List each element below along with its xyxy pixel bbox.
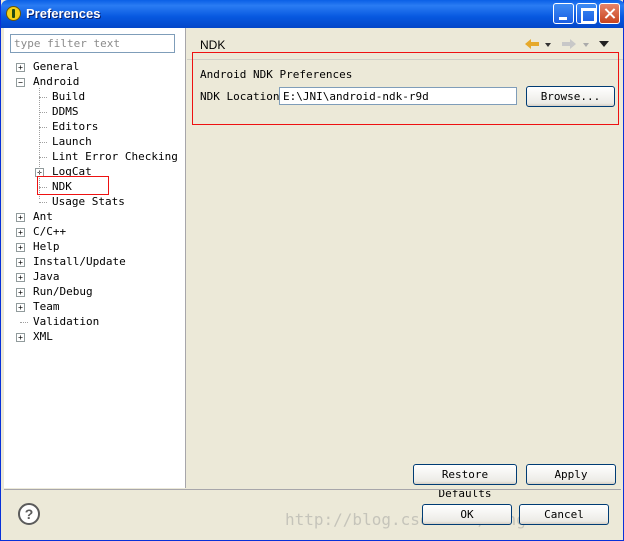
tree-item[interactable]: + XML — [4, 330, 179, 344]
window-title: Preferences — [26, 6, 101, 21]
tree-item[interactable]: Launch — [4, 135, 179, 149]
title-bar[interactable]: Preferences — [1, 0, 624, 28]
tree-item[interactable]: Lint Error Checking — [4, 150, 179, 164]
tree-connector — [39, 142, 47, 143]
tree-item[interactable]: Build — [4, 90, 179, 104]
footer-separator — [4, 489, 621, 490]
tree-item-label: Team — [33, 300, 60, 313]
ndk-location-label: NDK Location — [200, 90, 280, 103]
tree-connector — [39, 127, 47, 128]
filter-input[interactable] — [10, 34, 175, 53]
expand-icon[interactable]: + — [16, 303, 25, 312]
back-history-caret-icon[interactable] — [545, 43, 551, 47]
tree-item[interactable]: + C/C++ — [4, 225, 179, 239]
tree-item[interactable]: + Team — [4, 300, 179, 314]
tree-item-label: Usage Stats — [52, 195, 125, 208]
tree-item[interactable]: + Java — [4, 270, 179, 284]
expand-icon[interactable]: + — [16, 273, 25, 282]
tree-item-label: C/C++ — [33, 225, 67, 238]
tree-item-label: Build — [52, 90, 86, 103]
tree-item[interactable]: Validation — [4, 315, 179, 329]
preference-page: NDK Android NDK Preferences NDK Location… — [187, 28, 623, 500]
tree-item[interactable]: + Run/Debug — [4, 285, 179, 299]
help-icon[interactable]: ? — [18, 503, 40, 525]
forward-arrow-icon[interactable] — [562, 38, 576, 50]
preference-tree-pane: +General−AndroidBuildDDMSEditorsLaunchLi… — [4, 28, 186, 488]
expand-icon[interactable]: + — [16, 333, 25, 342]
expand-icon[interactable]: + — [16, 63, 25, 72]
tree-connector — [39, 97, 47, 98]
tree-item-label: DDMS — [52, 105, 79, 118]
minimize-button[interactable] — [553, 3, 574, 24]
tree-item[interactable]: DDMS — [4, 105, 179, 119]
apply-button[interactable]: Apply — [526, 464, 616, 485]
expand-icon[interactable]: + — [16, 228, 25, 237]
tree-item-label: Editors — [52, 120, 99, 133]
collapse-icon[interactable]: − — [16, 78, 25, 87]
tree-item-label: Lint Error Checking — [52, 150, 178, 163]
tree-item-label: Install/Update — [33, 255, 126, 268]
tree-item-label: Validation — [33, 315, 100, 328]
forward-history-caret-icon[interactable] — [583, 43, 589, 47]
tree-item-label: Help — [33, 240, 60, 253]
tree-connector — [39, 157, 47, 158]
tree-item[interactable]: + General — [4, 60, 179, 74]
tree-connector — [39, 202, 47, 203]
tree-item[interactable]: + Help — [4, 240, 179, 254]
expand-icon[interactable]: + — [16, 213, 25, 222]
tree-connector — [39, 112, 47, 113]
view-menu-icon[interactable] — [599, 41, 609, 47]
ndk-location-input[interactable] — [279, 87, 517, 105]
preferences-window: Preferences +General−AndroidBuildDDMSEdi… — [0, 0, 624, 541]
tree-item-label: Run/Debug — [33, 285, 93, 298]
tree-item[interactable]: + Ant — [4, 210, 179, 224]
expand-icon[interactable]: + — [16, 288, 25, 297]
maximize-button[interactable] — [576, 3, 597, 24]
tree-item-label: XML — [33, 330, 53, 343]
cancel-button[interactable]: Cancel — [519, 504, 609, 525]
tree-item[interactable]: Editors — [4, 120, 179, 134]
restore-defaults-button[interactable]: Restore Defaults — [413, 464, 517, 500]
tree-connector — [20, 322, 28, 323]
tree-item-label: Android — [33, 75, 80, 88]
eclipse-app-icon — [6, 6, 21, 21]
tree-item[interactable]: + Install/Update — [4, 255, 179, 269]
close-button[interactable] — [599, 3, 620, 24]
tree-item[interactable]: − Android — [4, 75, 179, 89]
tree-item-label: Ant — [33, 210, 53, 223]
expand-icon[interactable]: + — [16, 258, 25, 267]
tree-item[interactable]: Usage Stats — [4, 195, 179, 209]
tree-item-label: General — [33, 60, 80, 73]
expand-icon[interactable]: + — [16, 243, 25, 252]
tree-item-label: Launch — [52, 135, 92, 148]
tree-item-label: Java — [33, 270, 60, 283]
ok-button[interactable]: OK — [422, 504, 512, 525]
page-title: NDK — [200, 38, 226, 52]
ndk-selection-highlight — [37, 176, 109, 195]
ndk-group-title: Android NDK Preferences — [200, 68, 353, 81]
browse-button[interactable]: Browse... — [526, 86, 615, 107]
back-arrow-icon[interactable] — [525, 38, 539, 50]
